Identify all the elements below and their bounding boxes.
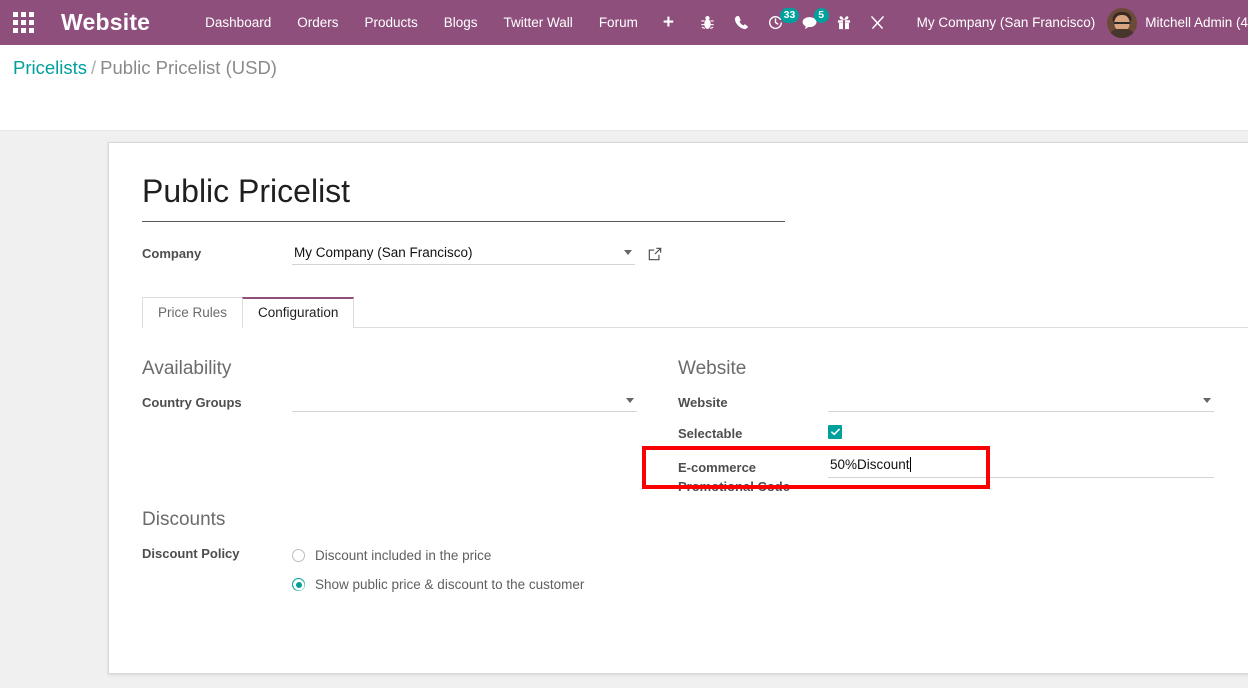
ecommerce-promo-code-input[interactable]: 50%Discount	[828, 455, 910, 475]
field-ecommerce-promo-code-label: E-commerce Promotional Code	[678, 455, 828, 496]
country-groups-value	[292, 392, 294, 407]
radio-option-included-label[interactable]: Discount included in the price	[315, 548, 491, 563]
top-navbar: Website Dashboard Orders Products Blogs …	[0, 0, 1248, 45]
chevron-down-icon	[1203, 398, 1211, 403]
tab-configuration[interactable]: Configuration	[242, 297, 355, 329]
ecommerce-promo-code-input-wrap[interactable]: 50%Discount	[828, 455, 1214, 478]
tab-price-rules[interactable]: Price Rules	[142, 297, 244, 328]
breadcrumb-current: Public Pricelist (USD)	[100, 57, 277, 78]
current-company-label[interactable]: My Company (San Francisco)	[895, 15, 1108, 30]
tab-content-configuration: Availability Country Groups Discounts Di…	[142, 328, 1248, 599]
field-discount-policy-label: Discount Policy	[142, 546, 240, 561]
systray: 33 5 My Company (San Francisco) Mitchell…	[691, 0, 1248, 45]
menu-add-icon[interactable]: +	[651, 0, 686, 45]
group-title-website: Website	[678, 358, 747, 379]
group-title-discounts: Discounts	[142, 509, 226, 530]
company-select[interactable]: My Company (San Francisco)	[292, 242, 635, 265]
group-title-availability: Availability	[142, 358, 232, 379]
column-right: Website Website Selectable E-commerce Pr…	[678, 358, 1214, 599]
chevron-down-icon	[626, 398, 634, 403]
avatar	[1107, 7, 1138, 38]
phone-icon[interactable]	[725, 0, 759, 45]
field-selectable: Selectable	[678, 421, 1214, 448]
notebook: Price Rules Configuration Availability C…	[142, 297, 1248, 599]
breadcrumb-pricelists[interactable]: Pricelists	[13, 57, 87, 78]
menu-item-dashboard[interactable]: Dashboard	[192, 0, 284, 45]
discount-policy-radio-group: Discount included in the price Show publ…	[292, 541, 678, 599]
apps-grid-glyph	[12, 12, 34, 33]
column-left: Availability Country Groups Discounts Di…	[142, 358, 678, 599]
breadcrumb-separator: /	[91, 57, 97, 78]
website-value	[828, 392, 830, 407]
selectable-checkbox[interactable]	[828, 425, 842, 439]
breadcrumb: Pricelists / Public Pricelist (USD)	[13, 57, 277, 79]
company-select-value: My Company (San Francisco)	[294, 245, 473, 260]
gift-icon[interactable]	[827, 0, 861, 45]
tools-icon[interactable]	[861, 0, 895, 45]
field-website: Website	[678, 390, 1214, 417]
field-website-label: Website	[678, 395, 728, 410]
field-ecommerce-promo-code: E-commerce Promotional Code 50%Discount	[678, 455, 1214, 496]
page-body: Public Pricelist Company My Company (San…	[0, 131, 1248, 688]
menu-item-forum[interactable]: Forum	[586, 0, 651, 45]
page-title[interactable]: Public Pricelist	[142, 171, 785, 222]
user-name-label: Mitchell Admin (4	[1145, 15, 1248, 30]
field-company-label: Company	[142, 246, 202, 261]
field-selectable-label: Selectable	[678, 426, 743, 441]
field-country-groups-label: Country Groups	[142, 395, 242, 410]
promo-label-line-2: Promotional Code	[678, 479, 790, 494]
messages-icon[interactable]: 5	[793, 0, 829, 45]
radio-icon-checked[interactable]	[292, 578, 305, 591]
radio-option-included[interactable]: Discount included in the price	[292, 541, 678, 570]
field-country-groups: Country Groups	[142, 390, 678, 417]
menu-item-twitter-wall[interactable]: Twitter Wall	[491, 0, 586, 45]
menu-item-orders[interactable]: Orders	[284, 0, 351, 45]
notebook-tabs: Price Rules Configuration	[142, 297, 1248, 329]
user-menu[interactable]: Mitchell Admin (4	[1107, 7, 1248, 38]
bug-icon[interactable]	[691, 0, 725, 45]
website-select[interactable]	[828, 390, 1214, 412]
radio-icon-unchecked[interactable]	[292, 549, 305, 562]
country-groups-select[interactable]	[292, 390, 637, 412]
radio-option-show-public[interactable]: Show public price & discount to the cust…	[292, 570, 678, 599]
control-panel: Pricelists/Public Pricelist (USD) SAVE D…	[0, 45, 1248, 163]
apps-grid-icon[interactable]	[0, 0, 46, 45]
external-link-icon[interactable]	[648, 247, 662, 261]
field-company: Company My Company (San Francisco)	[142, 242, 1248, 265]
field-discount-policy: Discount Policy Discount included in the…	[142, 541, 678, 599]
menu-item-blogs[interactable]: Blogs	[431, 0, 491, 45]
radio-option-show-public-label[interactable]: Show public price & discount to the cust…	[315, 577, 584, 592]
app-brand-website[interactable]: Website	[61, 9, 150, 36]
activity-clock-icon[interactable]: 33	[759, 0, 800, 45]
promo-label-line-1: E-commerce	[678, 460, 757, 475]
menu-item-products[interactable]: Products	[351, 0, 430, 45]
form-sheet: Public Pricelist Company My Company (San…	[108, 142, 1248, 674]
selectable-checkbox-wrap	[828, 421, 1214, 441]
chevron-down-icon	[624, 250, 632, 255]
